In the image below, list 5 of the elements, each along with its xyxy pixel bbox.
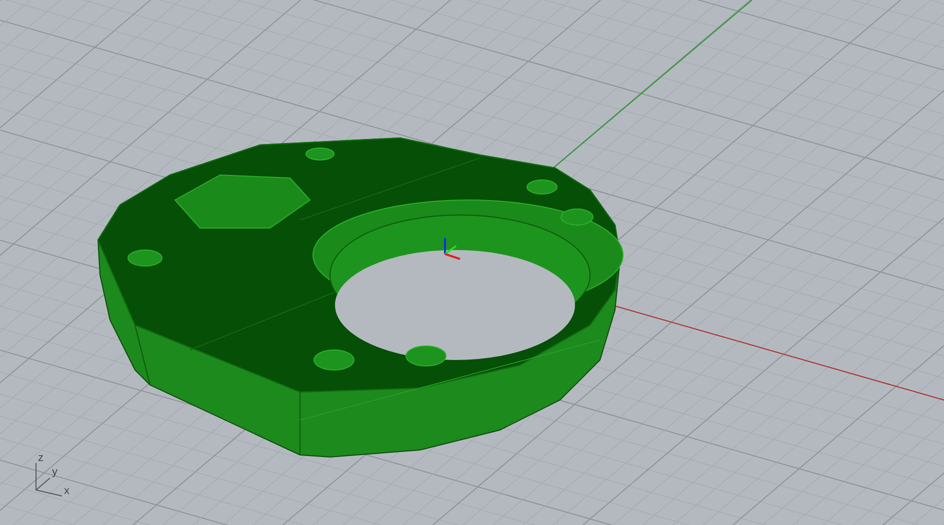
axis-triad-icon	[36, 462, 62, 496]
gizmo-icon	[444, 238, 460, 260]
axis-label: z	[38, 453, 44, 464]
axis-label: x	[64, 486, 70, 497]
axis-label: y	[52, 467, 58, 478]
